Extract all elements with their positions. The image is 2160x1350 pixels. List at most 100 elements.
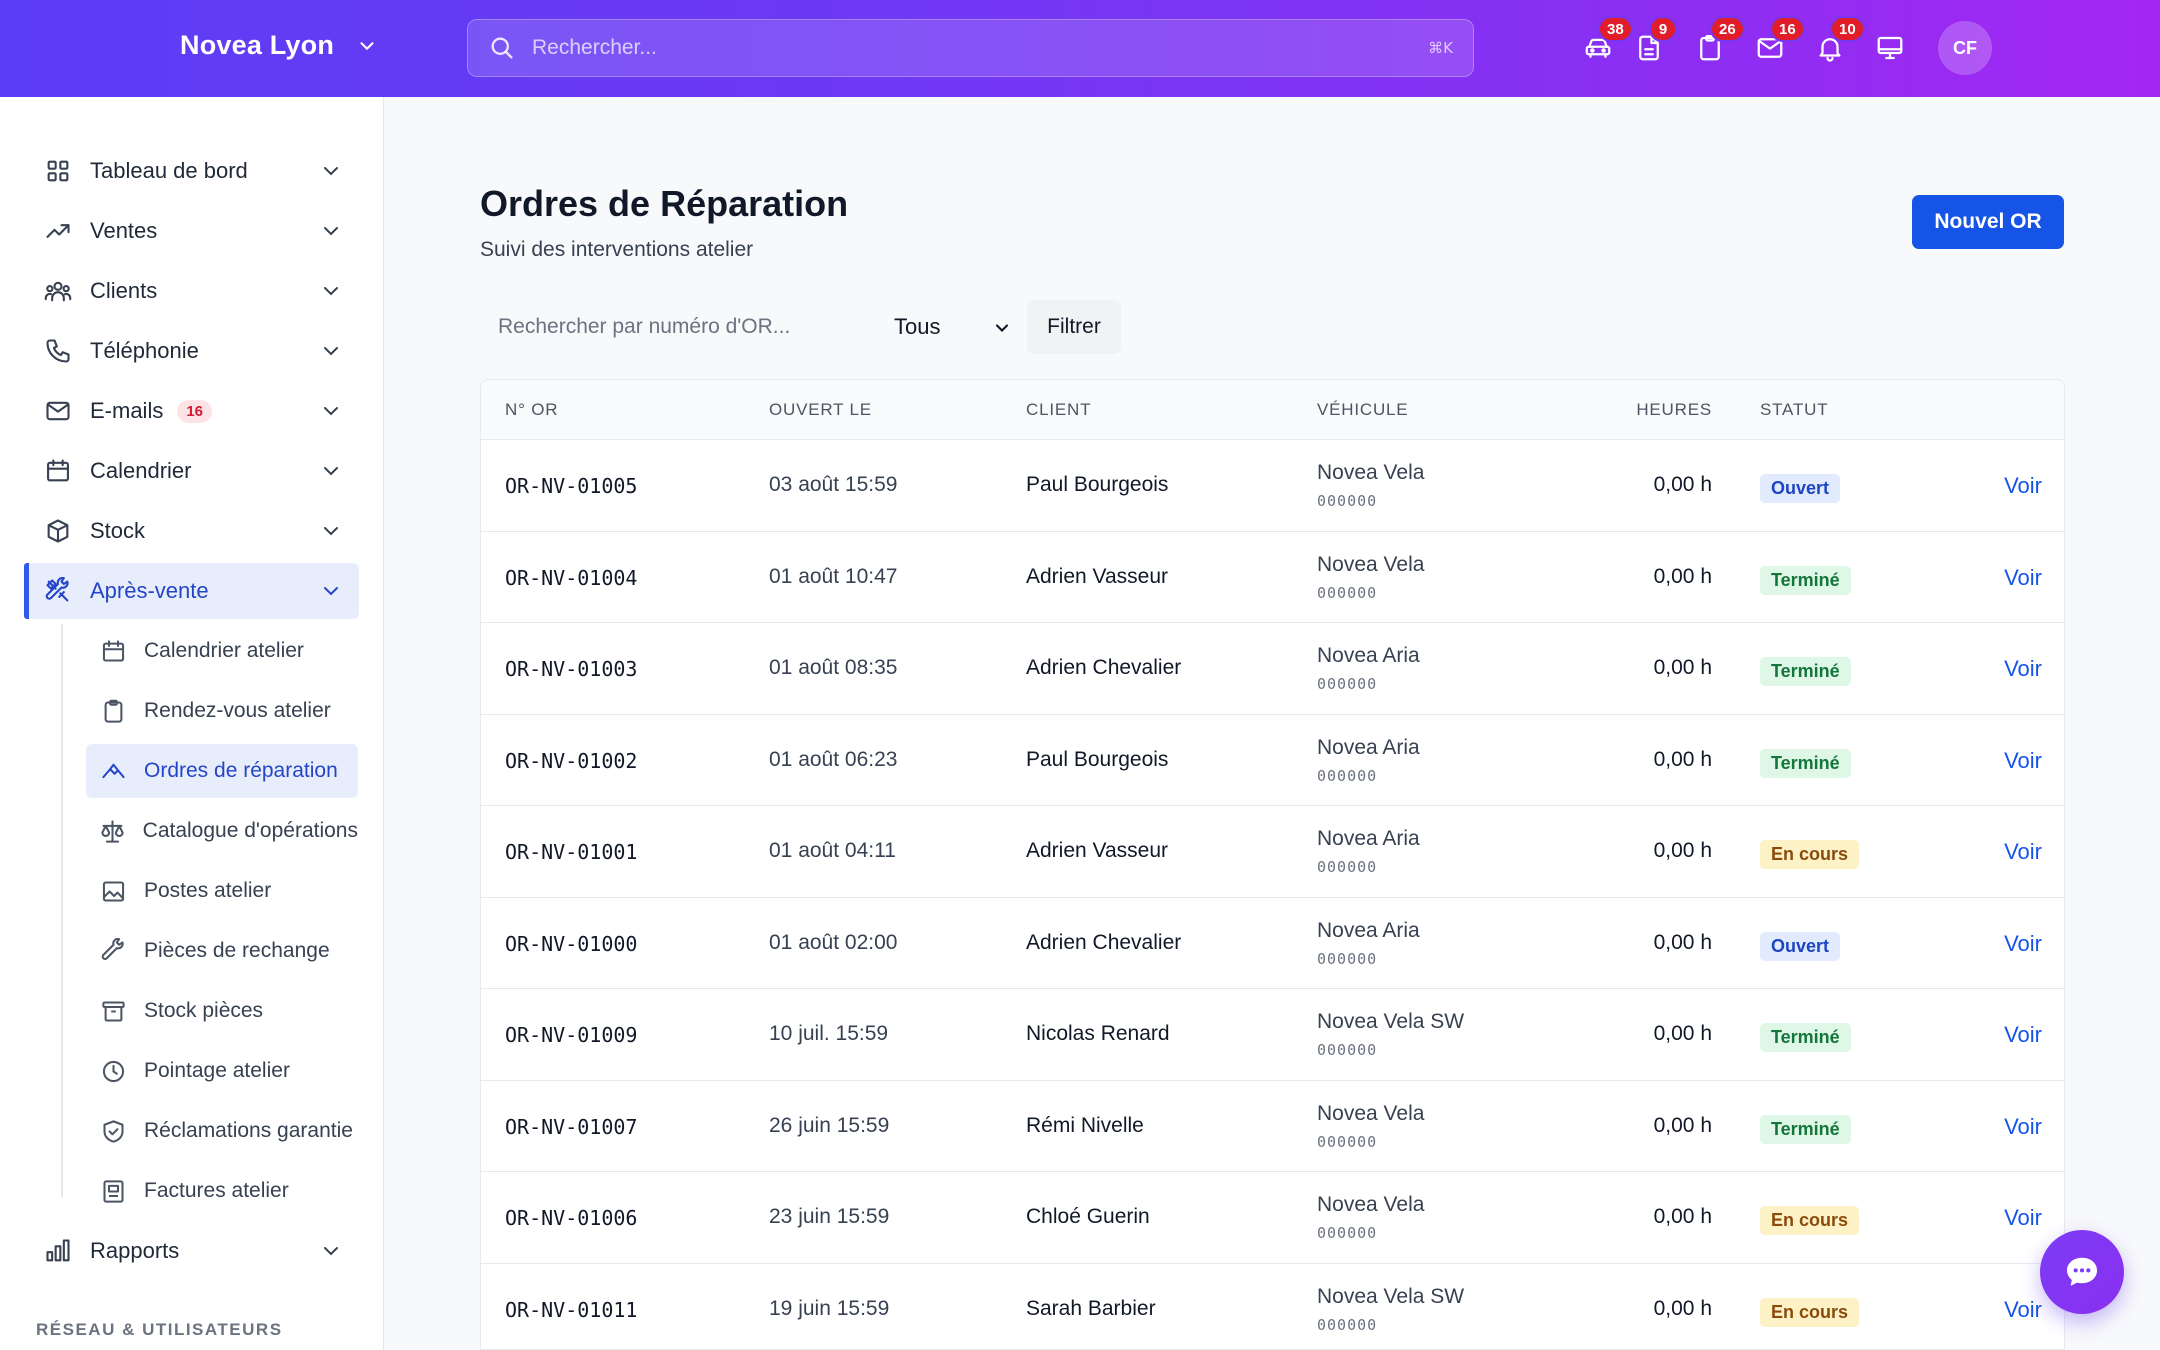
view-link[interactable]: Voir (2004, 1205, 2042, 1231)
view-link[interactable]: Voir (2004, 1297, 2042, 1323)
chevron-down-icon (324, 167, 338, 176)
nav-emails[interactable]: E-mails 16 (24, 383, 359, 439)
notifications-button[interactable]: 10 (1812, 16, 1865, 66)
documents-badge: 9 (1649, 16, 1677, 42)
table-row[interactable]: OR-NV-01011 19 juin 15:59 Sarah Barbier Nov… (481, 1264, 2064, 1350)
new-repair-order-button[interactable]: Nouvel OR (1912, 195, 2064, 249)
subnav-calendrier-atelier[interactable]: Calendrier atelier (86, 624, 358, 678)
subnav-reclamations-garantie[interactable]: Réclamations garantie (86, 1104, 358, 1158)
trend-icon (42, 215, 74, 247)
shortcut-hint: ⌘K (1428, 39, 1453, 57)
documents-button[interactable]: 9 (1631, 16, 1677, 66)
status-badge: Terminé (1760, 565, 1851, 595)
view-link[interactable]: Voir (2004, 748, 2042, 774)
status-filter-select[interactable]: Tous (880, 300, 1020, 354)
view-link[interactable]: Voir (2004, 1114, 2042, 1140)
column-header-hours[interactable]: HEURES (1636, 400, 1712, 420)
subnav-label: Rendez-vous atelier (144, 699, 331, 722)
subnav-stock-pieces[interactable]: Stock pièces (86, 984, 358, 1038)
hours-value: 0,00 h (1653, 564, 1712, 588)
table-row[interactable]: OR-NV-01003 01 août 08:35 Adrien Chevalier… (481, 623, 2064, 715)
subnav-ordres-de-reparation[interactable]: Ordres de réparation (86, 744, 358, 798)
subnav-pointage-atelier[interactable]: Pointage atelier (86, 1044, 358, 1098)
filter-button[interactable]: Filtrer (1027, 300, 1121, 354)
table-row[interactable]: OR-NV-01009 10 juil. 15:59 Nicolas Renard N… (481, 989, 2064, 1081)
table-row[interactable]: OR-NV-01002 01 août 06:23 Paul Bourgeois No… (481, 715, 2064, 806)
column-header-client[interactable]: CLIENT (1026, 400, 1091, 420)
hours-value: 0,00 h (1653, 1205, 1712, 1228)
messages-badge: 16 (1770, 16, 1805, 42)
vehicle-vin: 000000 (1317, 1132, 1378, 1151)
dealership-switcher[interactable]: Novea Lyon (180, 30, 378, 61)
subnav-label: Ordres de réparation (144, 759, 338, 782)
status-badge: En cours (1760, 1297, 1860, 1327)
column-header-status[interactable]: STATUT (1760, 400, 1828, 420)
nav-stock[interactable]: Stock (24, 503, 359, 559)
opened-date: 19 juin 15:59 (769, 1296, 890, 1320)
table-row[interactable]: OR-NV-01000 01 août 02:00 Adrien Chevalier… (481, 898, 2064, 989)
nav-rapports[interactable]: Rapports (24, 1223, 359, 1279)
nav-apres-vente[interactable]: Après-vente (24, 563, 359, 619)
nav-label: Rapports (90, 1238, 180, 1263)
vehicle-model: Novea Aria (1317, 918, 1420, 942)
opened-date: 01 août 02:00 (769, 930, 898, 954)
chevron-down-icon (324, 1247, 338, 1256)
vehicle-vin: 000000 (1317, 675, 1378, 693)
opened-date: 10 juil. 15:59 (769, 1022, 889, 1045)
column-header-or[interactable]: N° OR (505, 400, 558, 420)
vehicle-vin: 000000 (1317, 949, 1378, 968)
global-search[interactable]: ⌘K (467, 19, 1474, 77)
chat-button[interactable] (2040, 1230, 2124, 1314)
column-header-opened[interactable]: OUVERT LE (769, 400, 872, 420)
view-link[interactable]: Voir (2004, 839, 2042, 865)
subnav-rendez-vous-atelier[interactable]: Rendez-vous atelier (86, 684, 358, 738)
display-button[interactable] (1872, 30, 1908, 66)
status-badge: Terminé (1760, 748, 1851, 778)
user-avatar[interactable]: CF (1938, 21, 1992, 75)
table-row[interactable]: OR-NV-01007 26 juin 15:59 Rémi Nivelle Nove… (481, 1081, 2064, 1172)
global-search-input[interactable] (532, 36, 1429, 60)
tasks-badge: 26 (1710, 16, 1745, 42)
table-row[interactable]: OR-NV-01006 23 juin 15:59 Chloé Guerin Nove… (481, 1172, 2064, 1264)
view-link[interactable]: Voir (2004, 656, 2042, 682)
table-row[interactable]: OR-NV-01004 01 août 10:47 Adrien Vasseur No… (481, 532, 2064, 623)
view-link[interactable]: Voir (2004, 473, 2042, 499)
view-link[interactable]: Voir (2004, 565, 2042, 591)
phone-icon (42, 335, 74, 367)
table-row[interactable]: OR-NV-01001 01 août 04:11 Adrien Vasseur No… (481, 806, 2064, 898)
messages-button[interactable]: 16 (1752, 16, 1805, 66)
vehicles-button[interactable]: 38 (1580, 16, 1633, 66)
column-header-vehicle[interactable]: VÉHICULE (1317, 400, 1408, 420)
view-link[interactable]: Voir (2004, 931, 2042, 957)
table-row[interactable]: OR-NV-01005 03 août 15:59 Paul Bourgeois No… (481, 440, 2064, 532)
nav-ventes[interactable]: Ventes (24, 203, 359, 259)
nav-label: Après-vente (90, 578, 209, 603)
chevron-down-icon (324, 527, 338, 536)
page-subtitle: Suivi des interventions atelier (480, 238, 754, 261)
nav-tableau-de-bord[interactable]: Tableau de bord (24, 143, 359, 199)
vehicle-model: Novea Vela (1317, 461, 1425, 484)
tasks-button[interactable]: 26 (1692, 16, 1745, 66)
or-number: OR-NV-01009 (505, 1023, 638, 1047)
nav-telephonie[interactable]: Téléphonie (24, 323, 359, 379)
submenu-divider (61, 624, 63, 1197)
nav-calendrier[interactable]: Calendrier (24, 443, 359, 499)
client-name: Paul Bourgeois (1026, 747, 1169, 771)
subnav-factures-atelier[interactable]: Factures atelier (86, 1164, 358, 1218)
subnav-catalogue-operations[interactable]: Catalogue d'opérations (86, 804, 358, 858)
subnav-label: Pointage atelier (144, 1059, 290, 1082)
nav-clients[interactable]: Clients (24, 263, 359, 319)
opened-date: 03 août 15:59 (769, 473, 898, 496)
status-badge: En cours (1760, 1206, 1860, 1235)
subnav-label: Factures atelier (144, 1179, 289, 1202)
subnav-label: Calendrier atelier (144, 639, 304, 662)
subnav-postes-atelier[interactable]: Postes atelier (86, 864, 358, 918)
or-number: OR-NV-01003 (505, 657, 638, 681)
sidebar: Tableau de bord Ventes Clients Téléphoni… (0, 97, 384, 1350)
status-badge: Terminé (1760, 1023, 1851, 1052)
subnav-pieces-de-rechange[interactable]: Pièces de rechange (86, 924, 358, 978)
client-name: Paul Bourgeois (1026, 473, 1169, 496)
view-link[interactable]: Voir (2004, 1022, 2042, 1048)
nav-label: Clients (90, 278, 158, 303)
order-number-search-input[interactable] (480, 300, 860, 354)
